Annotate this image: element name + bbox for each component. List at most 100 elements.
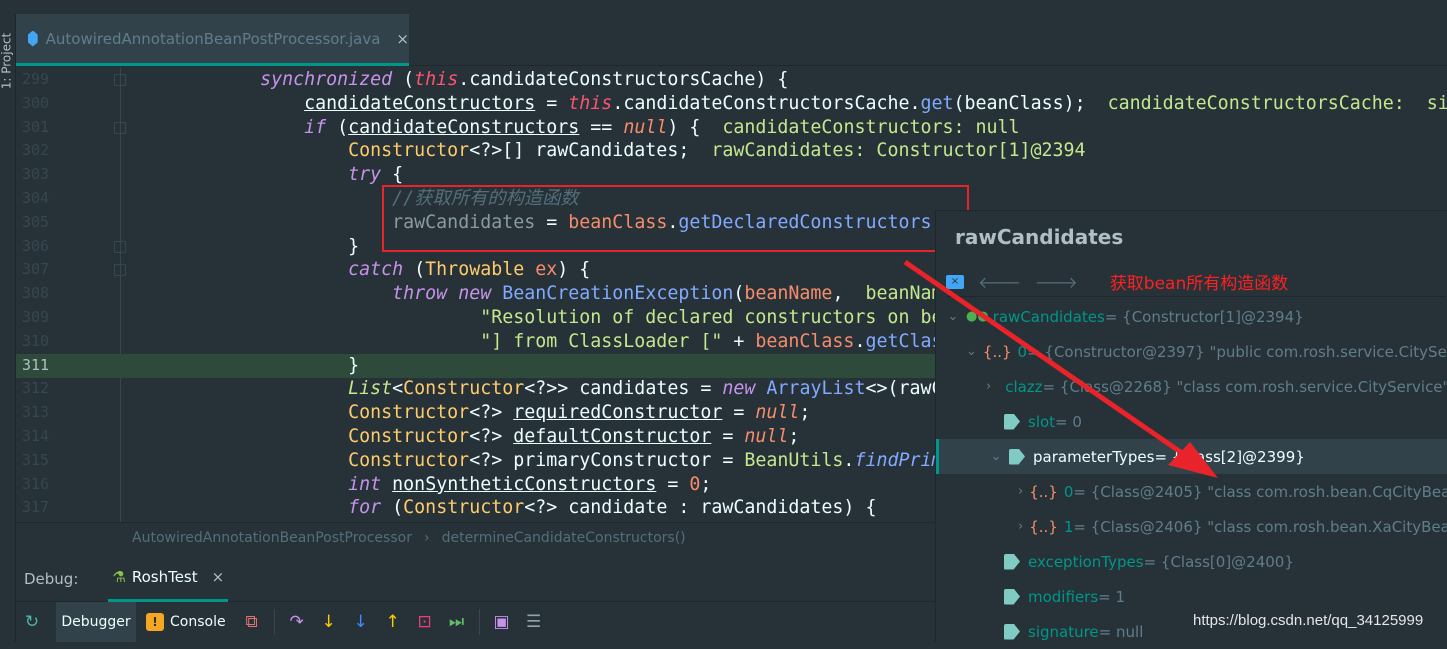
line-number[interactable]: 310	[22, 332, 60, 350]
expand-chevron-icon[interactable]: ›	[986, 379, 991, 394]
variable-name: modifiers	[1028, 587, 1099, 606]
run-to-cursor-icon[interactable]: ⏭	[441, 612, 473, 632]
variable-name: clazz	[1005, 377, 1043, 396]
code-token: <?>	[469, 402, 514, 424]
evaluate-expression-icon[interactable]: ▣	[486, 612, 518, 632]
breadcrumb-class[interactable]: AutowiredAnnotationBeanPostProcessor	[132, 530, 412, 546]
back-arrow-icon[interactable]: 🡐	[978, 272, 1021, 292]
line-number[interactable]: 309	[22, 308, 60, 326]
code-token: rawCandidates: Constructor[1]@2394	[711, 140, 1086, 162]
watch-glasses-icon: ●●	[966, 309, 989, 324]
code-token: <>(rawC	[865, 378, 943, 400]
line-number[interactable]: 305	[22, 213, 60, 231]
variable-row[interactable]: › clazz = {Class@2268} "class com.rosh.se…	[936, 369, 1447, 404]
code-token: catch	[348, 259, 404, 281]
code-token: beanName	[744, 283, 833, 305]
fold-marker-icon[interactable]	[114, 240, 126, 253]
code-line[interactable]: 302 Constructor<?>[] rawCandidates; rawC…	[16, 139, 1447, 163]
project-tool-button[interactable]: 1: Project	[0, 33, 13, 90]
line-number[interactable]: 299	[22, 70, 60, 88]
rerun-icon[interactable]: ↻	[16, 612, 48, 632]
variable-row[interactable]: › {..} 1 = {Class@2406} "class com.rosh.be…	[936, 509, 1447, 544]
force-step-into-icon[interactable]: ↓	[345, 612, 377, 632]
line-number[interactable]: 312	[22, 379, 60, 397]
variable-row[interactable]: modifiers = 1	[936, 579, 1447, 614]
code-line[interactable]: 303 try {	[16, 163, 1447, 187]
line-number[interactable]: 307	[22, 260, 60, 278]
debug-session-tab[interactable]: ⚗ RoshTest ×	[108, 556, 229, 602]
code-text: }	[128, 354, 359, 378]
line-number[interactable]: 308	[22, 284, 60, 302]
code-text: "] from ClassLoader [" + beanClass.getCl…	[128, 330, 942, 354]
code-token: Constructor	[403, 378, 525, 400]
expand-chevron-icon[interactable]: ›	[1018, 484, 1023, 499]
line-number[interactable]: 300	[22, 94, 60, 112]
object-braces-icon: {..}	[982, 342, 1012, 361]
line-number[interactable]: 313	[22, 403, 60, 421]
code-text: candidateConstructors = this.candidateCo…	[128, 92, 1447, 116]
variable-row[interactable]: ⌄ ●● rawCandidates = {Constructor[1]@2394}	[936, 299, 1447, 334]
expand-chevron-icon[interactable]: ›	[1018, 519, 1023, 534]
line-number[interactable]: 301	[22, 118, 60, 136]
code-line[interactable]: 299 synchronized (this.candidateConstruc…	[16, 68, 1447, 92]
code-token: Constructor	[348, 140, 470, 162]
step-over-icon[interactable]: ↷	[281, 612, 313, 632]
editor-tab[interactable]: AutowiredAnnotationBeanPostProcessor.jav…	[16, 14, 409, 66]
tab-close-icon[interactable]: ×	[396, 30, 409, 48]
line-number[interactable]: 314	[22, 427, 60, 445]
code-token: null	[744, 426, 789, 447]
drop-frame-icon[interactable]: ⊡	[409, 612, 441, 632]
fold-marker-icon[interactable]	[114, 264, 126, 277]
field-tag-icon	[1009, 448, 1025, 465]
expand-chevron-icon[interactable]: ⌄	[966, 344, 977, 359]
code-token: .candidateConstructorsCache.	[612, 92, 921, 114]
expand-chevron-icon[interactable]: ⌄	[989, 449, 1003, 464]
annotation-highlight-box	[382, 185, 969, 252]
code-line[interactable]: 301 if (candidateConstructors == null) {…	[16, 116, 1447, 140]
line-number[interactable]: 317	[22, 498, 60, 516]
code-token: .	[843, 449, 855, 471]
code-token: <?> candidate : rawCandidates) {	[524, 497, 877, 519]
line-number[interactable]: 306	[22, 237, 60, 255]
forward-arrow-icon[interactable]: 🡒	[1035, 272, 1078, 292]
line-number[interactable]: 303	[22, 165, 60, 183]
line-number[interactable]: 311	[22, 356, 60, 374]
step-out-icon[interactable]: ↑	[377, 612, 409, 632]
line-number[interactable]: 316	[22, 475, 60, 493]
debugger-tab[interactable]: Debugger	[56, 602, 136, 642]
restore-layout-icon[interactable]: ⧉	[236, 612, 268, 632]
code-token: (beanClass);	[953, 92, 1108, 114]
code-token: Constructor	[403, 497, 525, 519]
code-text: if (candidateConstructors == null) { can…	[128, 116, 1019, 140]
variable-row[interactable]: slot = 0	[936, 404, 1447, 439]
fold-marker-icon[interactable]	[114, 74, 126, 86]
breadcrumb-method[interactable]: determineCandidateConstructors()	[442, 530, 686, 546]
left-tool-sidebar: 1: Project	[0, 14, 16, 642]
line-number[interactable]: 304	[22, 189, 60, 207]
console-tab[interactable]: ! Console	[146, 613, 226, 631]
variable-row[interactable]: ⌄ parameterTypes = {Class[2]@2399}	[936, 439, 1447, 474]
variable-row[interactable]: ⌄ {..} 0 = {Constructor@2397} "public com.…	[936, 334, 1447, 369]
warning-icon: !	[146, 613, 164, 631]
open-in-panel-icon[interactable]: ×	[946, 274, 964, 289]
trace-icon[interactable]: ☰	[518, 612, 550, 632]
session-close-icon[interactable]: ×	[212, 568, 225, 586]
variable-name: signature	[1028, 622, 1099, 641]
code-token: null	[623, 116, 668, 138]
code-text: catch (Throwable ex) {	[128, 258, 590, 282]
editor-tab-bar: AutowiredAnnotationBeanPostProcessor.jav…	[16, 14, 1447, 66]
code-line[interactable]: 300 candidateConstructors = this.candida…	[16, 92, 1447, 116]
fold-marker-icon[interactable]	[114, 121, 126, 134]
expand-chevron-icon[interactable]: ⌄	[946, 309, 960, 324]
step-into-icon[interactable]: ↓	[313, 612, 345, 632]
annotation-text: 获取bean所有构造函数	[1109, 274, 1289, 294]
variable-row[interactable]: › {..} 0 = {Class@2405} "class com.rosh.be…	[936, 474, 1447, 509]
code-token: =	[535, 92, 569, 114]
variable-row[interactable]: exceptionTypes = {Class[0]@2400}	[936, 544, 1447, 579]
code-token: ) {	[557, 259, 591, 281]
line-number[interactable]: 302	[22, 141, 60, 159]
line-number[interactable]: 315	[22, 451, 60, 469]
